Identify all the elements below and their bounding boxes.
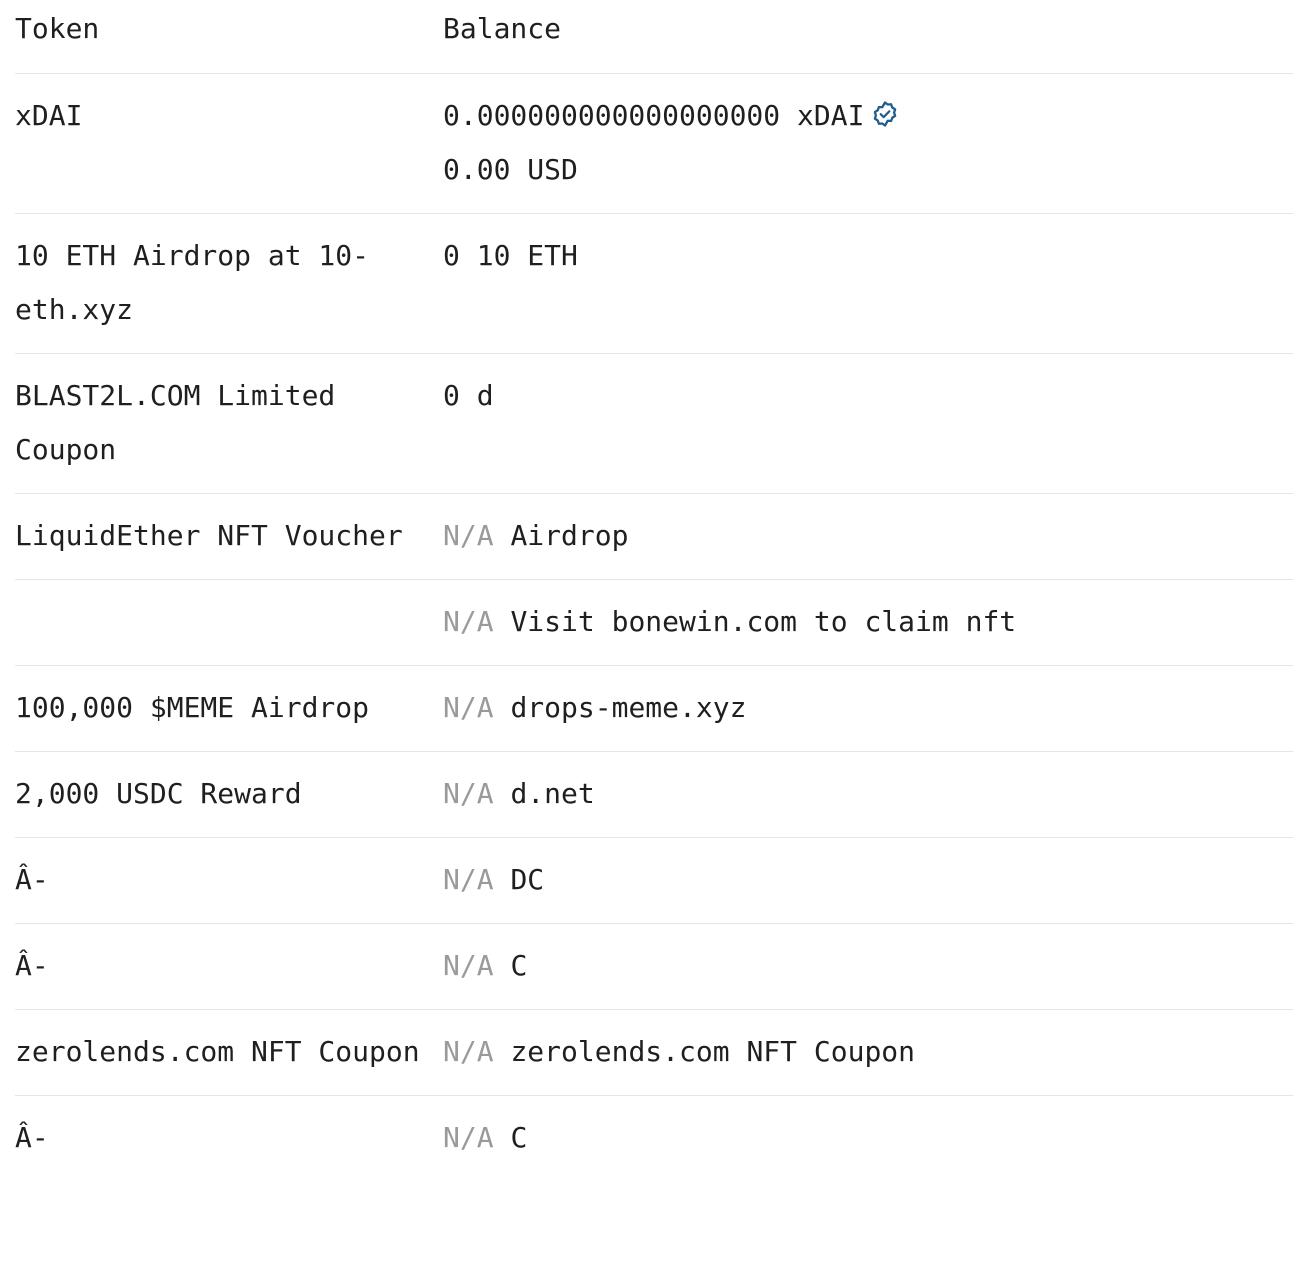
table-row: Â- N/A C xyxy=(15,1096,1293,1181)
token-name[interactable]: Â- xyxy=(15,1096,443,1181)
table-row: N/A Visit bonewin.com to claim nft xyxy=(15,580,1293,666)
token-name[interactable]: LiquidEther NFT Voucher xyxy=(15,494,443,579)
token-balance: N/A d.net xyxy=(443,752,1293,837)
token-balance: 0 d xyxy=(443,354,1293,439)
table-row: Â- N/A DC xyxy=(15,838,1293,924)
table-row: xDAI 0.000000000000000000 xDAI 0.00 USD xyxy=(15,74,1293,214)
table-header: Token Balance xyxy=(15,0,1293,74)
table-row: LiquidEther NFT Voucher N/A Airdrop xyxy=(15,494,1293,580)
table-row: Â- N/A C xyxy=(15,924,1293,1010)
balance-amount: 0 d xyxy=(443,379,494,412)
header-balance: Balance xyxy=(443,12,562,45)
balance-amount: 0.000000000000000000 xDAI xyxy=(443,99,865,132)
table-row: 10 ETH Airdrop at 10-eth.xyz 0 10 ETH xyxy=(15,214,1293,354)
token-balance-table: Token Balance xDAI 0.000000000000000000 … xyxy=(0,0,1293,1181)
balance-amount: DC xyxy=(510,863,545,896)
token-balance: N/A Visit bonewin.com to claim nft xyxy=(443,580,1293,665)
token-balance: N/A C xyxy=(443,924,1293,1009)
na-value: N/A xyxy=(443,519,494,552)
balance-usd: 0.00 USD xyxy=(443,153,578,186)
token-name[interactable]: BLAST2L.COM Limited Coupon xyxy=(15,354,443,493)
na-value: N/A xyxy=(443,605,494,638)
token-balance: N/A C xyxy=(443,1096,1293,1181)
balance-amount: Visit bonewin.com to claim nft xyxy=(510,605,1017,638)
header-token: Token xyxy=(15,12,100,45)
table-row: 2,000 USDC Reward N/A d.net xyxy=(15,752,1293,838)
na-value: N/A xyxy=(443,777,494,810)
token-name[interactable]: zerolends.com NFT Coupon xyxy=(15,1010,443,1095)
token-balance: N/A DC xyxy=(443,838,1293,923)
na-value: N/A xyxy=(443,1121,494,1154)
token-balance: 0 10 ETH xyxy=(443,214,1293,299)
na-value: N/A xyxy=(443,1035,494,1068)
balance-amount: 0 10 ETH xyxy=(443,239,578,272)
table-row: 100,000 $MEME Airdrop N/A drops-meme.xyz xyxy=(15,666,1293,752)
token-name[interactable]: Â- xyxy=(15,838,443,923)
token-name[interactable] xyxy=(15,580,443,665)
token-name[interactable]: xDAI xyxy=(15,74,443,159)
token-balance: N/A zerolends.com NFT Coupon xyxy=(443,1010,1293,1095)
verified-badge-icon xyxy=(870,93,900,127)
balance-amount: drops-meme.xyz xyxy=(510,691,747,724)
table-row: zerolends.com NFT Coupon N/A zerolends.c… xyxy=(15,1010,1293,1096)
table-row: BLAST2L.COM Limited Coupon 0 d xyxy=(15,354,1293,494)
na-value: N/A xyxy=(443,863,494,896)
balance-amount: Airdrop xyxy=(510,519,629,552)
na-value: N/A xyxy=(443,949,494,982)
balance-amount: zerolends.com NFT Coupon xyxy=(510,1035,916,1068)
balance-amount: C xyxy=(510,949,528,982)
token-name[interactable]: 10 ETH Airdrop at 10-eth.xyz xyxy=(15,214,443,353)
token-name[interactable]: 100,000 $MEME Airdrop xyxy=(15,666,443,751)
token-name[interactable]: Â- xyxy=(15,924,443,1009)
na-value: N/A xyxy=(443,691,494,724)
token-name[interactable]: 2,000 USDC Reward xyxy=(15,752,443,837)
token-balance: N/A Airdrop xyxy=(443,494,1293,579)
balance-amount: C xyxy=(510,1121,528,1154)
token-balance: 0.000000000000000000 xDAI 0.00 USD xyxy=(443,74,1293,213)
token-balance: N/A drops-meme.xyz xyxy=(443,666,1293,751)
balance-amount: d.net xyxy=(510,777,595,810)
